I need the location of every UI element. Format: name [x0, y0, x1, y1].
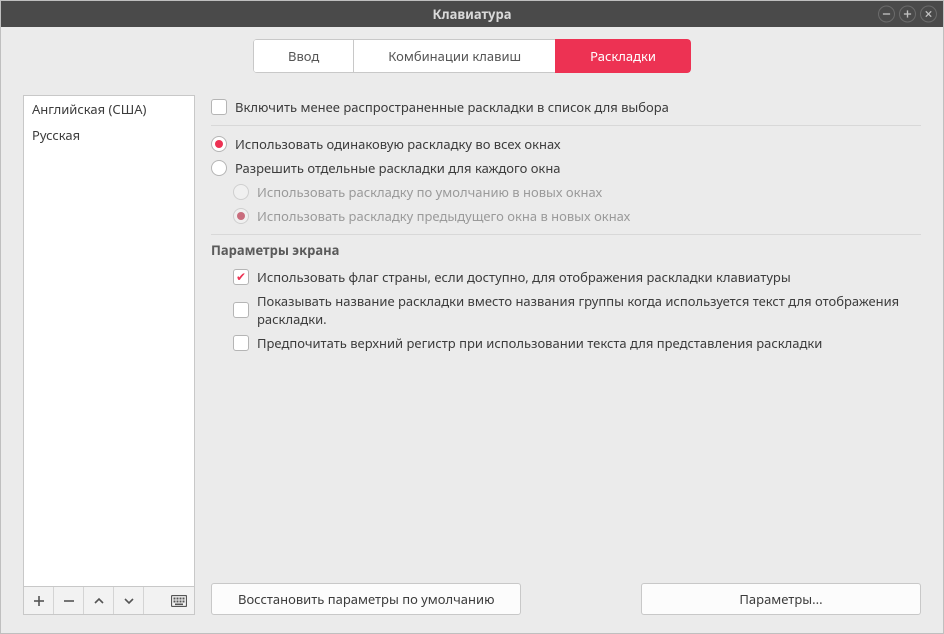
- tab-layouts-label: Раскладки: [590, 47, 656, 65]
- row-show-name: Показывать название раскладки вместо наз…: [211, 289, 921, 331]
- restore-defaults-label: Восстановить параметры по умолчанию: [238, 590, 494, 608]
- tab-input-label: Ввод: [288, 47, 319, 65]
- row-prev-new: Использовать раскладку предыдущего окна …: [211, 204, 921, 228]
- same-all-label: Использовать одинаковую раскладку во все…: [235, 135, 561, 153]
- layout-sidebar: Английская (США) Русская: [23, 95, 195, 615]
- options-button-label: Параметры...: [739, 590, 822, 608]
- show-name-label: Показывать название раскладки вместо наз…: [257, 292, 921, 328]
- tab-bar: Ввод Комбинации клавиш Раскладки: [23, 39, 921, 73]
- default-new-label: Использовать раскладку по умолчанию в но…: [257, 183, 602, 201]
- maximize-button[interactable]: [899, 6, 916, 23]
- display-section-title: Параметры экрана: [211, 241, 921, 259]
- row-separate: Разрешить отдельные раскладки для каждог…: [211, 156, 921, 180]
- keyboard-preview-button[interactable]: [164, 587, 194, 614]
- minimize-button[interactable]: [878, 6, 895, 23]
- row-same-all: Использовать одинаковую раскладку во все…: [211, 132, 921, 156]
- options-button[interactable]: Параметры...: [641, 583, 921, 615]
- include-rare-checkbox[interactable]: [211, 99, 227, 115]
- uppercase-checkbox[interactable]: [233, 335, 249, 351]
- layout-toolbar: [23, 587, 195, 615]
- footer: Восстановить параметры по умолчанию Пара…: [211, 565, 921, 615]
- tab-shortcuts[interactable]: Комбинации клавиш: [353, 39, 556, 73]
- row-use-flag: ✔ Использовать флаг страны, если доступн…: [211, 265, 921, 289]
- row-default-new: Использовать раскладку по умолчанию в но…: [211, 180, 921, 204]
- same-all-radio[interactable]: [211, 136, 227, 152]
- show-name-checkbox[interactable]: [233, 302, 249, 318]
- list-item[interactable]: Английская (США): [24, 96, 194, 122]
- remove-layout-button[interactable]: [54, 587, 84, 614]
- main-panel: Английская (США) Русская: [23, 95, 921, 615]
- add-layout-button[interactable]: [24, 587, 54, 614]
- prev-new-radio: [233, 208, 249, 224]
- row-uppercase: Предпочитать верхний регистр при использ…: [211, 331, 921, 355]
- restore-defaults-button[interactable]: Восстановить параметры по умолчанию: [211, 583, 521, 615]
- use-flag-checkbox[interactable]: ✔: [233, 269, 249, 285]
- separate-label: Разрешить отдельные раскладки для каждог…: [235, 159, 561, 177]
- tab-input[interactable]: Ввод: [253, 39, 354, 73]
- include-rare-label: Включить менее распространенные раскладк…: [235, 98, 669, 116]
- uppercase-label: Предпочитать верхний регистр при использ…: [257, 334, 822, 352]
- titlebar: Клавиатура: [1, 1, 943, 27]
- move-down-button[interactable]: [114, 587, 144, 614]
- row-include-rare: Включить менее распространенные раскладк…: [211, 95, 921, 119]
- window-controls: [878, 6, 937, 23]
- window-title: Клавиатура: [433, 5, 512, 23]
- tab-shortcuts-label: Комбинации клавиш: [388, 47, 521, 65]
- content: Ввод Комбинации клавиш Раскладки Английс…: [1, 27, 943, 633]
- tab-layouts[interactable]: Раскладки: [555, 39, 691, 73]
- settings-panel: Включить менее распространенные раскладк…: [211, 95, 921, 615]
- move-up-button[interactable]: [84, 587, 114, 614]
- layout-list[interactable]: Английская (США) Русская: [23, 95, 195, 587]
- use-flag-label: Использовать флаг страны, если доступно,…: [257, 268, 791, 286]
- separate-radio[interactable]: [211, 160, 227, 176]
- window: Клавиатура Ввод Комбинации клавиш: [0, 0, 944, 634]
- prev-new-label: Использовать раскладку предыдущего окна …: [257, 207, 630, 225]
- default-new-radio: [233, 184, 249, 200]
- close-button[interactable]: [920, 6, 937, 23]
- list-item[interactable]: Русская: [24, 122, 194, 148]
